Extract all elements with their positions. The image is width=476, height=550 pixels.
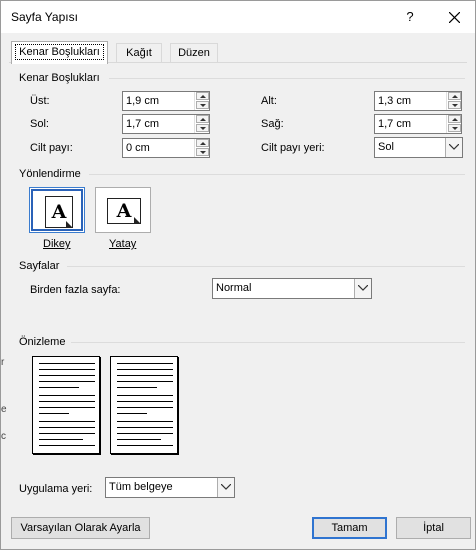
tab-paper[interactable]: Kağıt — [116, 43, 162, 63]
dropdown-arrow-icon — [358, 285, 368, 291]
preview-text-line — [39, 413, 69, 414]
top-margin-value: 1,9 cm — [126, 95, 160, 107]
apply-to-select[interactable]: Tüm belgeye — [105, 477, 235, 498]
gutter-value: 0 cm — [126, 142, 150, 154]
preview-text-line — [117, 433, 173, 434]
right-margin-spinner[interactable]: 1,7 cm — [374, 114, 462, 134]
preview-text-line — [117, 401, 173, 402]
top-margin-spinner[interactable]: 1,9 cm — [122, 91, 210, 111]
bottom-margin-label: Alt: — [261, 95, 277, 107]
orientation-group-title: Yönlendirme — [19, 168, 81, 180]
preview-text-line — [117, 369, 173, 370]
bottom-margin-spinner[interactable]: 1,3 cm — [374, 91, 462, 111]
pages-separator — [67, 266, 465, 267]
spin-down-icon[interactable] — [196, 101, 209, 109]
portrait-label: Dikey — [43, 238, 71, 250]
gutter-label: Cilt payı: — [30, 142, 73, 154]
preview-group-title: Önizleme — [19, 336, 66, 348]
multiple-pages-select[interactable]: Normal — [212, 278, 372, 299]
preview-text-line — [117, 375, 173, 376]
landscape-option[interactable]: A — [95, 187, 151, 233]
preview-text-line — [39, 387, 79, 388]
portrait-option[interactable]: A — [29, 187, 85, 233]
portrait-page-icon: A — [45, 196, 73, 228]
gutter-spinner[interactable]: 0 cm — [122, 138, 210, 158]
preview-text-line — [117, 407, 173, 408]
preview-text-line — [39, 363, 95, 364]
preview-text-line — [39, 433, 95, 434]
tab-margins[interactable]: Kenar Boşlukları — [11, 41, 108, 64]
preview-text-line — [39, 439, 83, 440]
preview-separator — [71, 342, 465, 343]
preview-text-line — [39, 381, 95, 382]
preview-text-line — [39, 395, 95, 396]
cancel-button[interactable]: İptal — [396, 517, 471, 539]
preview-text-line — [117, 421, 173, 422]
multiple-pages-label: Birden fazla sayfa: — [30, 284, 121, 296]
left-margin-label: Sol: — [30, 118, 49, 130]
preview-page-left — [32, 356, 100, 454]
right-margin-label: Sağ: — [261, 118, 284, 130]
margins-separator — [109, 78, 465, 79]
preview-text-line — [117, 395, 173, 396]
preview-text-line — [39, 369, 95, 370]
help-button[interactable]: ? — [397, 5, 423, 29]
window-title: Sayfa Yapısı — [11, 10, 78, 24]
spin-up-icon[interactable] — [196, 92, 209, 100]
spin-down-icon[interactable] — [196, 124, 209, 132]
left-margin-spinner[interactable]: 1,7 cm — [122, 114, 210, 134]
background-text-fragment: c — [1, 431, 6, 442]
dropdown-arrow-icon — [449, 144, 459, 150]
apply-to-value: Tüm belgeye — [109, 481, 173, 493]
pages-group-title: Sayfalar — [19, 260, 60, 272]
preview-text-line — [117, 439, 161, 440]
tab-layout[interactable]: Düzen — [170, 43, 218, 63]
top-margin-label: Üst: — [30, 95, 50, 107]
margins-group-title: Kenar Boşlukları — [19, 72, 100, 84]
landscape-label: Yatay — [109, 238, 137, 250]
left-margin-value: 1,7 cm — [126, 118, 160, 130]
dropdown-arrow-icon — [221, 484, 231, 490]
apply-to-label: Uygulama yeri: — [19, 483, 93, 495]
right-margin-value: 1,7 cm — [378, 118, 412, 130]
spin-down-icon[interactable] — [448, 124, 461, 132]
spin-up-icon[interactable] — [448, 115, 461, 123]
gutter-position-label: Cilt payı yeri: — [261, 142, 325, 154]
spin-up-icon[interactable] — [448, 92, 461, 100]
preview-text-line — [39, 375, 95, 376]
background-text-fragment: e — [1, 404, 7, 415]
spin-up-icon[interactable] — [196, 139, 209, 147]
preview-text-line — [39, 421, 95, 422]
preview-text-line — [117, 363, 173, 364]
background-text-fragment: r — [1, 357, 5, 368]
multiple-pages-value: Normal — [216, 282, 252, 294]
close-icon — [448, 11, 460, 24]
title-bar: Sayfa Yapısı ? — [1, 1, 475, 33]
preview-text-line — [117, 387, 157, 388]
preview-text-line — [117, 445, 173, 446]
gutter-position-value: Sol — [378, 141, 394, 153]
set-as-default-button[interactable]: Varsayılan Olarak Ayarla — [11, 517, 150, 539]
preview-text-line — [39, 445, 95, 446]
preview-text-line — [39, 427, 95, 428]
preview-text-line — [117, 381, 173, 382]
landscape-page-icon: A — [107, 198, 141, 224]
preview-text-line — [117, 413, 147, 414]
preview-text-line — [39, 407, 95, 408]
bottom-margin-value: 1,3 cm — [378, 95, 412, 107]
preview-text-line — [39, 401, 95, 402]
spin-up-icon[interactable] — [196, 115, 209, 123]
preview-text-line — [117, 427, 173, 428]
page-setup-dialog: Sayfa Yapısı ? Kenar Boşlukları Kağıt Dü… — [0, 0, 476, 550]
spin-down-icon[interactable] — [196, 148, 209, 156]
preview-page-right — [110, 356, 178, 454]
spin-down-icon[interactable] — [448, 101, 461, 109]
ok-button[interactable]: Tamam — [312, 517, 387, 539]
close-button[interactable] — [437, 5, 471, 29]
orientation-separator — [89, 174, 465, 175]
gutter-position-select[interactable]: Sol — [374, 137, 463, 158]
